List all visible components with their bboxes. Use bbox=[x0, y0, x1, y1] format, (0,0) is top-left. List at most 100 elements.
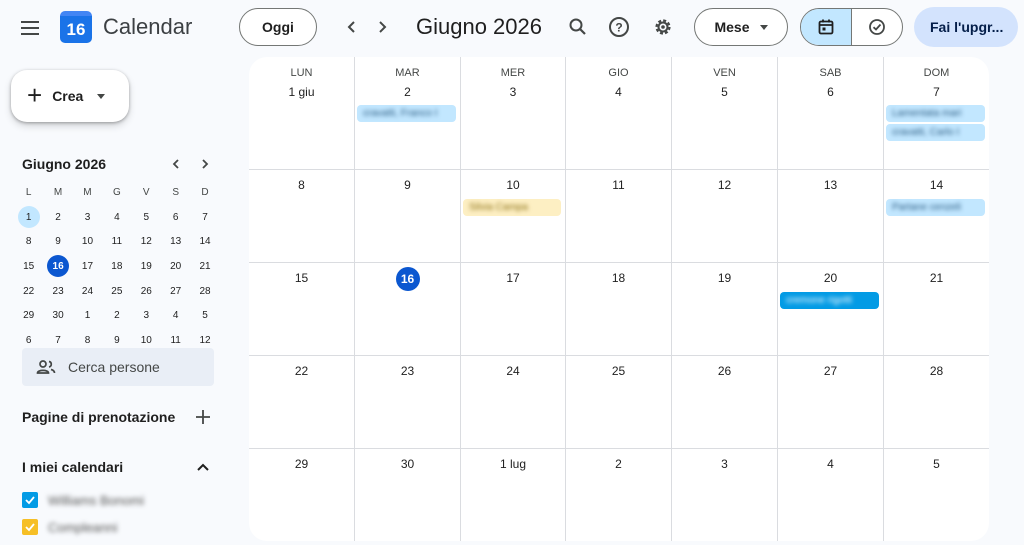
day-cell[interactable]: 12 bbox=[672, 170, 778, 263]
mini-calendar-day[interactable]: 27 bbox=[161, 279, 190, 304]
date-number[interactable]: 20 bbox=[778, 271, 883, 285]
help-button[interactable]: ? bbox=[606, 14, 632, 40]
mini-calendar-day[interactable]: 1 bbox=[17, 206, 40, 229]
day-cell[interactable]: 10 Silvia Campa bbox=[461, 170, 566, 263]
mini-calendar-day[interactable]: 4 bbox=[161, 303, 190, 328]
upgrade-button[interactable]: Fai l'upgr... bbox=[914, 7, 1018, 47]
day-cell[interactable]: 2 bbox=[566, 449, 672, 541]
mini-calendar-previous-button[interactable] bbox=[166, 154, 186, 174]
calendar-checkbox[interactable] bbox=[22, 492, 38, 508]
date-number[interactable]: 1 lug bbox=[461, 457, 565, 471]
date-number[interactable]: 23 bbox=[355, 364, 460, 378]
date-number[interactable]: 17 bbox=[461, 271, 565, 285]
previous-month-button[interactable] bbox=[339, 14, 365, 40]
calendar-event[interactable]: cravatti, Franco I bbox=[357, 105, 456, 122]
mini-calendar-day[interactable]: 24 bbox=[73, 279, 102, 304]
calendar-event[interactable]: Partane cenzeli bbox=[886, 199, 985, 216]
today-date-badge[interactable]: 16 bbox=[395, 267, 420, 291]
mini-calendar-day[interactable]: 18 bbox=[102, 254, 131, 279]
today-date-number[interactable]: 16 bbox=[355, 267, 460, 291]
mini-calendar-day[interactable]: 3 bbox=[73, 205, 102, 230]
mini-calendar-day[interactable]: 7 bbox=[190, 205, 219, 230]
mini-calendar-day[interactable]: 9 bbox=[43, 229, 72, 254]
mini-calendar-day[interactable]: 14 bbox=[190, 229, 219, 254]
today-button[interactable]: Oggi bbox=[239, 8, 317, 46]
day-cell[interactable]: MER 3 bbox=[461, 57, 566, 170]
date-number[interactable]: 26 bbox=[672, 364, 777, 378]
tasks-view-toggle[interactable] bbox=[852, 9, 902, 45]
date-number[interactable]: 2 bbox=[566, 457, 671, 471]
collapse-my-calendars-button[interactable] bbox=[192, 456, 214, 478]
day-cell[interactable]: 14 Partane cenzeli bbox=[884, 170, 989, 263]
mini-calendar-day[interactable]: 1 bbox=[73, 303, 102, 328]
calendar-event[interactable]: cremone rigotti bbox=[780, 292, 879, 309]
date-number[interactable]: 3 bbox=[461, 85, 565, 99]
date-number[interactable]: 13 bbox=[778, 178, 883, 192]
date-number[interactable]: 21 bbox=[884, 271, 989, 285]
day-cell[interactable]: 20 cremone rigotti bbox=[778, 263, 884, 356]
day-cell[interactable]: 13 bbox=[778, 170, 884, 263]
mini-calendar-day[interactable]: 19 bbox=[132, 254, 161, 279]
mini-calendar-day[interactable]: 4 bbox=[102, 205, 131, 230]
calendar-event[interactable]: Lamentata mari bbox=[886, 105, 985, 122]
day-cell[interactable]: 28 bbox=[884, 356, 989, 449]
day-cell[interactable]: 17 bbox=[461, 263, 566, 356]
date-number[interactable]: 1 giu bbox=[249, 85, 354, 99]
calendar-list-item[interactable]: Williams Bonomi bbox=[22, 492, 144, 508]
view-selector[interactable]: Mese bbox=[694, 8, 788, 46]
mini-calendar-day[interactable]: 25 bbox=[102, 279, 131, 304]
mini-calendar-day[interactable]: 22 bbox=[14, 279, 43, 304]
day-cell[interactable]: 1 lug bbox=[461, 449, 566, 541]
calendar-list-item[interactable]: Compleanni bbox=[22, 519, 117, 535]
date-number[interactable]: 6 bbox=[778, 85, 883, 99]
mini-calendar-next-button[interactable] bbox=[195, 154, 215, 174]
day-cell[interactable]: LUN 1 giu bbox=[249, 57, 355, 170]
date-number[interactable]: 12 bbox=[672, 178, 777, 192]
mini-calendar-day[interactable]: 21 bbox=[190, 254, 219, 279]
day-cell[interactable]: 11 bbox=[566, 170, 672, 263]
date-number[interactable]: 27 bbox=[778, 364, 883, 378]
day-cell[interactable]: 26 bbox=[672, 356, 778, 449]
day-cell[interactable]: 25 bbox=[566, 356, 672, 449]
day-cell[interactable]: 15 bbox=[249, 263, 355, 356]
add-booking-page-button[interactable] bbox=[192, 406, 214, 428]
date-number[interactable]: 30 bbox=[355, 457, 460, 471]
mini-calendar-day[interactable]: 29 bbox=[14, 303, 43, 328]
next-month-button[interactable] bbox=[369, 14, 395, 40]
mini-calendar-day[interactable]: 15 bbox=[14, 254, 43, 279]
day-cell[interactable]: 9 bbox=[355, 170, 461, 263]
create-button[interactable]: + Crea bbox=[11, 70, 129, 122]
mini-calendar-day[interactable]: 11 bbox=[102, 229, 131, 254]
day-cell[interactable]: 8 bbox=[249, 170, 355, 263]
day-cell[interactable]: 22 bbox=[249, 356, 355, 449]
day-cell[interactable]: SAB 6 bbox=[778, 57, 884, 170]
date-number[interactable]: 4 bbox=[566, 85, 671, 99]
date-number[interactable]: 19 bbox=[672, 271, 777, 285]
search-people-field[interactable]: Cerca persone bbox=[22, 348, 214, 386]
mini-calendar-day[interactable]: 26 bbox=[132, 279, 161, 304]
mini-calendar-day[interactable]: 5 bbox=[190, 303, 219, 328]
mini-calendar-day[interactable]: 2 bbox=[43, 205, 72, 230]
mini-calendar-day[interactable]: 3 bbox=[132, 303, 161, 328]
day-cell[interactable]: MAR 2 cravatti, Franco I bbox=[355, 57, 461, 170]
date-number[interactable]: 5 bbox=[672, 85, 777, 99]
day-cell[interactable]: 5 bbox=[884, 449, 989, 541]
day-cell[interactable]: 24 bbox=[461, 356, 566, 449]
day-cell[interactable]: 23 bbox=[355, 356, 461, 449]
mini-calendar-day[interactable]: 28 bbox=[190, 279, 219, 304]
mini-calendar-day[interactable]: 17 bbox=[73, 254, 102, 279]
mini-calendar-day[interactable]: 5 bbox=[132, 205, 161, 230]
date-number[interactable]: 8 bbox=[249, 178, 354, 192]
day-cell[interactable]: 18 bbox=[566, 263, 672, 356]
mini-calendar-day[interactable]: 20 bbox=[161, 254, 190, 279]
date-number[interactable]: 5 bbox=[884, 457, 989, 471]
day-cell[interactable]: 4 bbox=[778, 449, 884, 541]
settings-button[interactable] bbox=[650, 14, 676, 40]
mini-calendar-day[interactable]: 12 bbox=[132, 229, 161, 254]
date-number[interactable]: 25 bbox=[566, 364, 671, 378]
mini-calendar-day[interactable]: 30 bbox=[43, 303, 72, 328]
day-cell[interactable]: 3 bbox=[672, 449, 778, 541]
mini-calendar-day[interactable]: 6 bbox=[161, 205, 190, 230]
calendar-event[interactable]: cravatti, Carlo I bbox=[886, 124, 985, 141]
mini-calendar-day[interactable]: 2 bbox=[102, 303, 131, 328]
